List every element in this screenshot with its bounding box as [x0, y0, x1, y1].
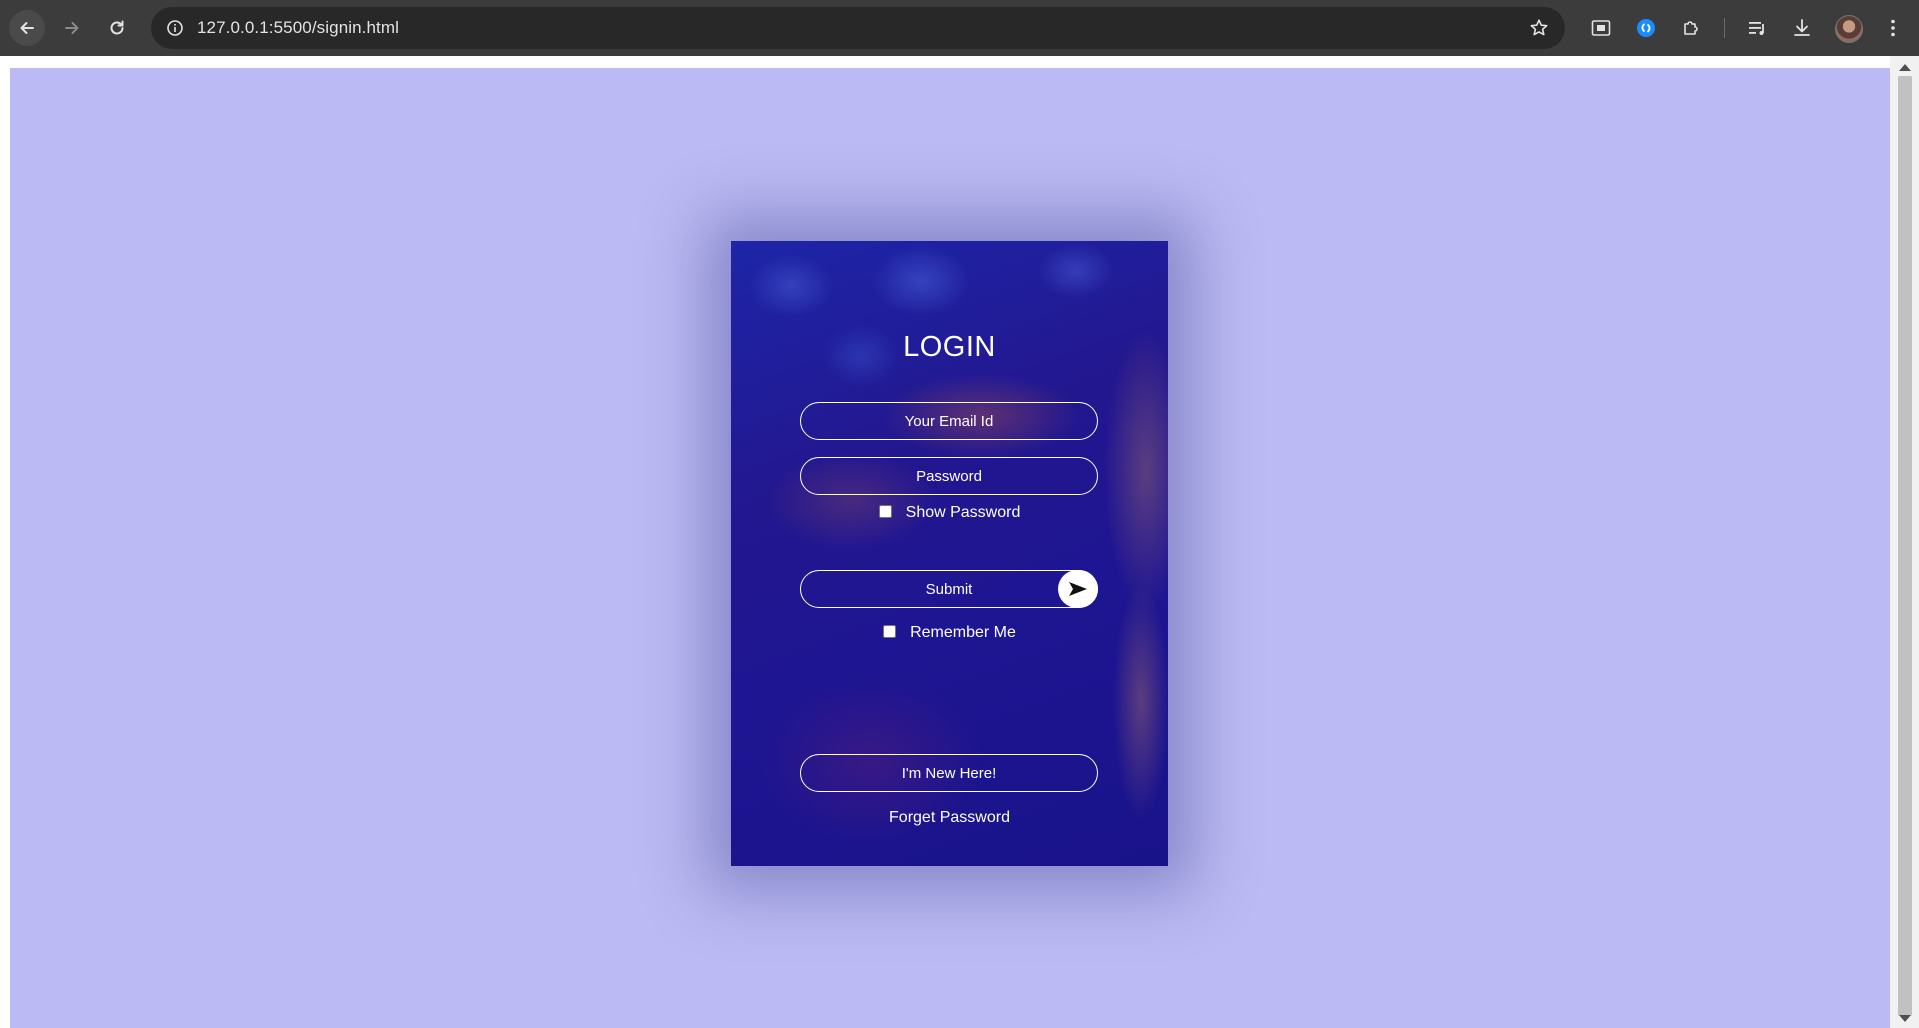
submit-label: Submit — [925, 580, 973, 598]
shazam-extension-icon[interactable] — [1632, 14, 1660, 42]
login-title: LOGIN — [903, 331, 996, 363]
back-button[interactable] — [9, 10, 45, 46]
download-icon[interactable] — [1788, 14, 1816, 42]
address-bar[interactable]: 127.0.0.1:5500/signin.html — [151, 7, 1565, 49]
password-input[interactable] — [800, 457, 1098, 495]
extensions-puzzle-icon[interactable] — [1677, 14, 1705, 42]
media-queue-icon[interactable] — [1743, 14, 1771, 42]
profile-avatar[interactable] — [1835, 15, 1863, 43]
browser-toolbar: 127.0.0.1:5500/signin.html — [0, 0, 1919, 56]
new-here-button[interactable]: I'm New Here! — [800, 754, 1098, 792]
forward-button[interactable] — [54, 10, 90, 46]
new-here-label: I'm New Here! — [901, 764, 997, 782]
reload-button[interactable] — [99, 10, 135, 46]
kebab-menu-icon[interactable] — [1879, 14, 1907, 42]
show-password-row: Show Password — [731, 504, 1168, 522]
bookmark-star-icon[interactable] — [1527, 16, 1551, 40]
remember-me-row: Remember Me — [731, 624, 1168, 642]
page-top-strip — [0, 56, 1919, 68]
back-arrow-icon — [20, 22, 34, 34]
forget-password-link[interactable]: Forget Password — [731, 809, 1168, 827]
page-scrollbar[interactable] — [1890, 56, 1919, 1028]
login-card: LOGIN Show Password Submit Remember Me I… — [731, 241, 1168, 866]
email-input[interactable] — [800, 402, 1098, 440]
scroll-down-arrow-icon[interactable] — [1899, 1015, 1911, 1022]
show-password-label: Show Password — [905, 504, 1021, 521]
page-viewport: LOGIN Show Password Submit Remember Me I… — [10, 68, 1890, 1028]
url-text[interactable]: 127.0.0.1:5500/signin.html — [197, 18, 399, 38]
scrollbar-thumb[interactable] — [1898, 76, 1912, 1016]
scroll-up-arrow-icon[interactable] — [1899, 64, 1911, 71]
show-password-checkbox[interactable] — [878, 504, 892, 518]
picture-in-picture-icon[interactable] — [1587, 14, 1615, 42]
submit-button[interactable]: Submit — [800, 570, 1098, 608]
toolbar-divider — [1724, 18, 1725, 38]
send-arrow-icon[interactable] — [1058, 570, 1098, 608]
site-info-icon[interactable] — [163, 16, 187, 40]
reload-icon — [110, 20, 124, 35]
forward-arrow-icon — [65, 22, 79, 34]
remember-me-checkbox[interactable] — [883, 624, 897, 638]
remember-me-label: Remember Me — [910, 624, 1016, 641]
